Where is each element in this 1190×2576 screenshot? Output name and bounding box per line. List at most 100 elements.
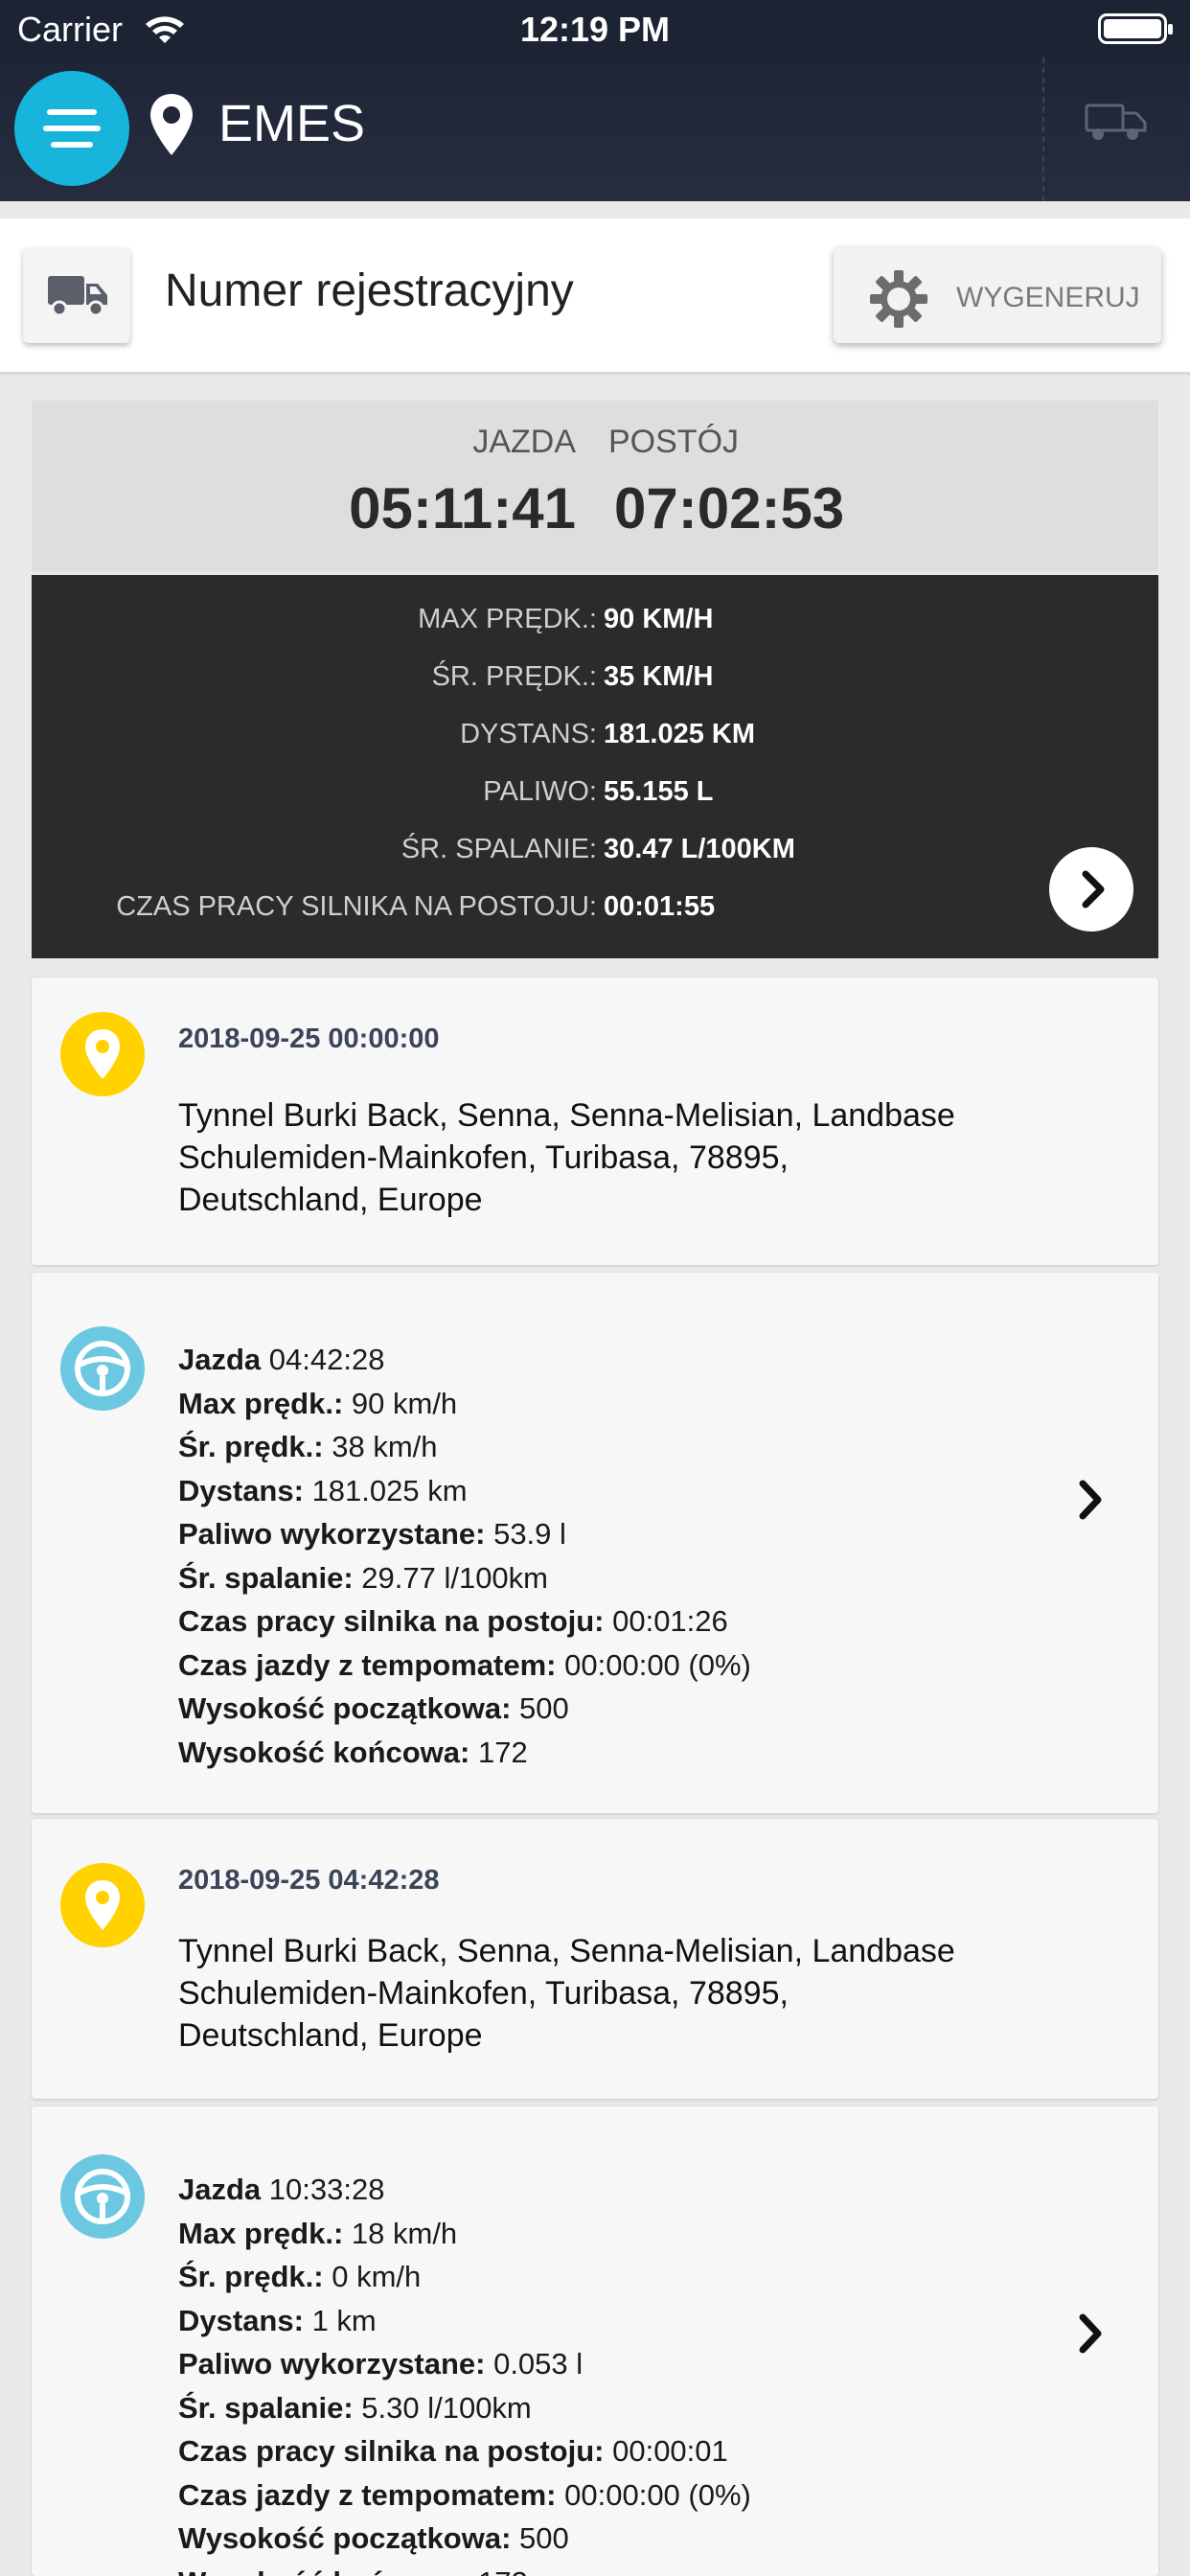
detail-value: 29.77 l/100km xyxy=(361,1560,548,1595)
detail-value: 500 xyxy=(519,1691,569,1725)
location-pin-icon xyxy=(85,1029,120,1079)
stat-value: 35 KM/H xyxy=(604,661,714,692)
detail-value: 18 km/h xyxy=(351,2216,458,2250)
detail-line: Śr. spalanie: 29.77 l/100km xyxy=(178,1556,751,1600)
detail-key: Śr. prędk.: xyxy=(178,2260,324,2293)
clock: 12:19 PM xyxy=(519,10,671,49)
detail-line: Czas jazdy z tempomatem: 00:00:00 (0%) xyxy=(178,2473,751,2518)
detail-value: 00:00:00 (0%) xyxy=(564,1647,751,1682)
stat-key: DYSTANS: xyxy=(460,719,597,749)
detail-value: 00:01:26 xyxy=(612,1604,728,1638)
detail-value: 172 xyxy=(477,1735,528,1769)
stat-row: CZAS PRACY SILNIKA NA POSTOJU: 00:01:55 xyxy=(32,891,1158,930)
drive-card[interactable]: Jazda 04:42:28 Max prędk.: 90 km/h Śr. p… xyxy=(32,1273,1158,1813)
location-pin-icon xyxy=(85,1880,120,1930)
detail-line: Śr. prędk.: 38 km/h xyxy=(178,1425,751,1469)
detail-value: 181.025 km xyxy=(311,1473,468,1507)
battery-icon xyxy=(1098,13,1173,44)
summary-details-button[interactable] xyxy=(1049,847,1133,932)
menu-button[interactable] xyxy=(14,71,129,186)
address-line: Schulemiden-Mainkofen, Turibasa, 78895, xyxy=(178,1975,789,2012)
drive-marker xyxy=(60,2154,145,2239)
detail-value: 90 km/h xyxy=(351,1386,458,1420)
detail-line: Jazda 10:33:28 xyxy=(178,2168,751,2212)
detail-value: 0 km/h xyxy=(332,2260,422,2293)
detail-line: Paliwo wykorzystane: 0.053 l xyxy=(178,2342,751,2386)
detail-value: 38 km/h xyxy=(332,1430,438,1463)
generate-button[interactable]: WYGENERUJ xyxy=(834,247,1161,343)
drive-details: Jazda 04:42:28 Max prędk.: 90 km/h Śr. p… xyxy=(178,1338,751,1774)
detail-key: Czas pracy silnika na postoju: xyxy=(178,2434,605,2468)
stat-row: MAX PRĘDK.: 90 KM/H xyxy=(32,604,1158,642)
address-line: Schulemiden-Mainkofen, Turibasa, 78895, xyxy=(178,1139,789,1176)
truck-icon[interactable] xyxy=(1085,102,1148,144)
detail-key: Max prędk.: xyxy=(178,1386,344,1420)
detail-key: Czas jazdy z tempomatem: xyxy=(178,1647,557,1682)
detail-key: Paliwo wykorzystane: xyxy=(178,2347,486,2380)
detail-line: Czas pracy silnika na postoju: 00:00:01 xyxy=(178,2429,751,2473)
drive-details: Jazda 10:33:28 Max prędk.: 18 km/h Śr. p… xyxy=(178,2168,751,2576)
drive-card[interactable]: Jazda 10:33:28 Max prędk.: 18 km/h Śr. p… xyxy=(32,2106,1158,2576)
detail-line: Czas jazdy z tempomatem: 00:00:00 (0%) xyxy=(178,1644,751,1688)
chevron-right-icon[interactable] xyxy=(1071,2310,1110,2358)
location-card: 2018-09-25 04:42:28 Tynnel Burki Back, S… xyxy=(32,1819,1158,2099)
vehicle-select-button[interactable] xyxy=(23,247,130,343)
event-date: 2018-09-25 04:42:28 xyxy=(178,1865,440,1896)
detail-line: Dystans: 1 km xyxy=(178,2299,751,2343)
detail-value: 1 km xyxy=(311,2303,377,2337)
page-title: EMES xyxy=(218,95,366,152)
drive-label: JAZDA xyxy=(472,424,576,460)
detail-key: Śr. spalanie: xyxy=(178,1560,354,1595)
address-line: Tynnel Burki Back, Senna, Senna-Melisian… xyxy=(178,1933,955,1969)
detail-key: Max prędk.: xyxy=(178,2216,344,2250)
detail-line: Czas pracy silnika na postoju: 00:01:26 xyxy=(178,1599,751,1644)
idle-label: POSTÓJ xyxy=(608,424,740,460)
stat-key: CZAS PRACY SILNIKA NA POSTOJU: xyxy=(116,891,597,922)
truck-icon xyxy=(48,276,107,317)
detail-key: Wysokość końcowa: xyxy=(178,1735,470,1769)
event-address: Tynnel Burki Back, Senna, Senna-Melisian… xyxy=(178,1094,1041,1221)
stat-row: DYSTANS: 181.025 KM xyxy=(32,719,1158,757)
chevron-right-icon xyxy=(1082,870,1105,908)
detail-key: Dystans: xyxy=(178,1473,304,1507)
stat-key: ŚR. SPALANIE: xyxy=(400,834,597,864)
generate-button-label: WYGENERUJ xyxy=(956,282,1140,313)
chevron-right-icon[interactable] xyxy=(1071,1476,1110,1524)
detail-key: Wysokość początkowa: xyxy=(178,2521,512,2555)
detail-key: Dystans: xyxy=(178,2303,304,2337)
stat-key: MAX PRĘDK.: xyxy=(418,604,597,634)
menu-icon xyxy=(47,109,97,115)
stat-value: 30.47 L/100KM xyxy=(604,834,795,864)
detail-key: Śr. prędk.: xyxy=(178,1430,324,1463)
detail-key: Śr. spalanie: xyxy=(178,2390,354,2425)
steering-wheel-icon xyxy=(75,2169,130,2224)
navigation-bar: EMES xyxy=(0,58,1190,201)
gear-icon xyxy=(870,270,927,328)
stat-value: 55.155 L xyxy=(604,776,714,807)
detail-line: Śr. prędk.: 0 km/h xyxy=(178,2255,751,2299)
detail-line: Dystans: 181.025 km xyxy=(178,1469,751,1513)
summary-stats: MAX PRĘDK.: 90 KM/H ŚR. PRĘDK.: 35 KM/H … xyxy=(32,575,1158,958)
detail-key: Czas jazdy z tempomatem: xyxy=(178,2477,557,2512)
detail-line: Wysokość końcowa: 172 xyxy=(178,1731,751,1775)
summary-times: JAZDA POSTÓJ 05:11:41 07:02:53 xyxy=(32,401,1158,571)
location-marker xyxy=(60,1863,145,1947)
detail-line: Jazda 04:42:28 xyxy=(178,1338,751,1382)
stat-value: 181.025 KM xyxy=(604,719,755,749)
detail-value: 04:42:28 xyxy=(268,1343,385,1376)
detail-value: 10:33:28 xyxy=(268,2173,385,2206)
detail-value: 53.9 l xyxy=(493,1517,566,1551)
location-card: 2018-09-25 00:00:00 Tynnel Burki Back, S… xyxy=(32,978,1158,1265)
steering-wheel-icon xyxy=(75,1341,130,1396)
detail-key: Wysokość końcowa: xyxy=(178,2565,469,2576)
detail-value: 172 xyxy=(478,2565,528,2576)
detail-line: Max prędk.: 90 km/h xyxy=(178,1382,751,1426)
detail-line: Max prędk.: 18 km/h xyxy=(178,2212,751,2256)
registration-number-field[interactable]: Numer rejestracyjny xyxy=(165,264,574,317)
detail-line: Śr. spalanie: 5.30 l/100km xyxy=(178,2386,751,2430)
stat-value: 90 KM/H xyxy=(604,604,714,634)
detail-key: Wysokość początkowa: xyxy=(178,1691,512,1725)
location-pin-icon xyxy=(150,94,193,155)
detail-key: Czas pracy silnika na postoju: xyxy=(178,1604,605,1638)
detail-key: Jazda xyxy=(178,2173,262,2206)
